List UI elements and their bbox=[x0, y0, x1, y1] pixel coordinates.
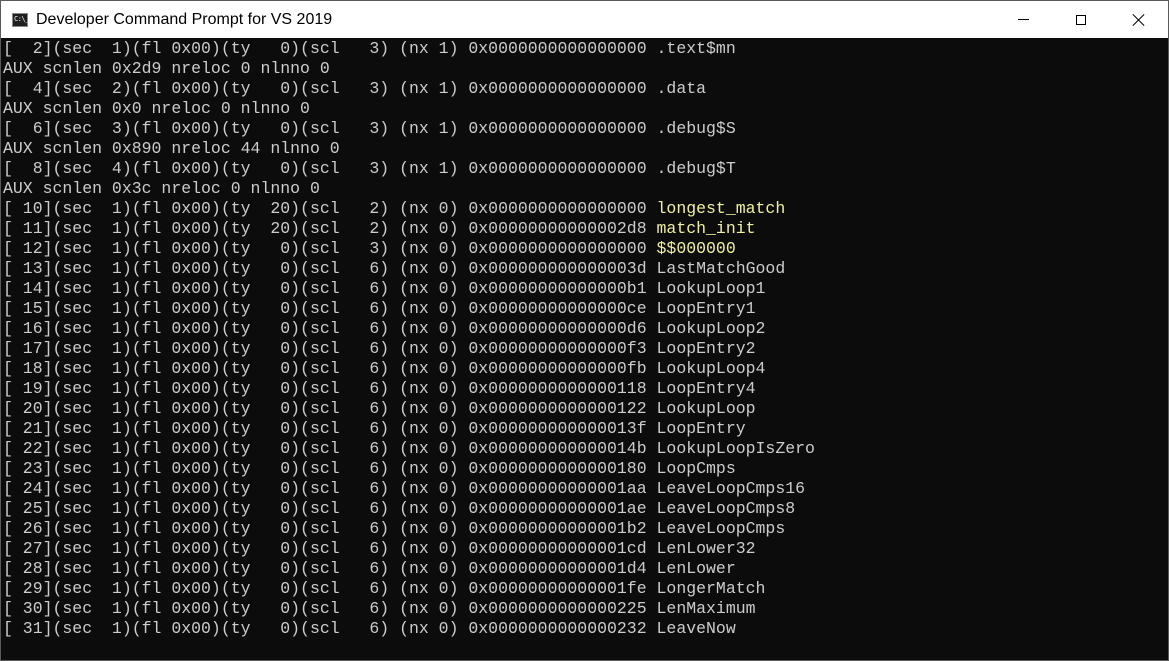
symbol-name: LookupLoop4 bbox=[656, 359, 766, 378]
symbol-name: LenLower32 bbox=[656, 539, 756, 558]
console-line: [ 12](sec 1)(fl 0x00)(ty 0)(scl 3) (nx 0… bbox=[3, 239, 1168, 259]
console-line: [ 19](sec 1)(fl 0x00)(ty 0)(scl 6) (nx 0… bbox=[3, 379, 1168, 399]
symbol-name: LenMaximum bbox=[656, 599, 756, 618]
minimize-button[interactable] bbox=[994, 1, 1052, 38]
close-icon bbox=[1133, 14, 1145, 26]
console-line-text: [ 11](sec 1)(fl 0x00)(ty 20)(scl 2) (nx … bbox=[3, 219, 657, 238]
console-line: [ 18](sec 1)(fl 0x00)(ty 0)(scl 6) (nx 0… bbox=[3, 359, 1168, 379]
console-line-text: [ 15](sec 1)(fl 0x00)(ty 0)(scl 6) (nx 0… bbox=[3, 299, 657, 318]
console-window: C:\_ Developer Command Prompt for VS 201… bbox=[0, 0, 1169, 661]
symbol-name: LookupLoop2 bbox=[656, 319, 766, 338]
console-line-text: [ 25](sec 1)(fl 0x00)(ty 0)(scl 6) (nx 0… bbox=[3, 499, 657, 518]
console-line-text: [ 14](sec 1)(fl 0x00)(ty 0)(scl 6) (nx 0… bbox=[3, 279, 657, 298]
symbol-name: LookupLoopIsZero bbox=[656, 439, 815, 458]
console-line: AUX scnlen 0x3c nreloc 0 nlnno 0 bbox=[3, 179, 1168, 199]
title-bar[interactable]: C:\_ Developer Command Prompt for VS 201… bbox=[1, 1, 1168, 38]
console-line-text: [ 24](sec 1)(fl 0x00)(ty 0)(scl 6) (nx 0… bbox=[3, 479, 657, 498]
console-line: [ 14](sec 1)(fl 0x00)(ty 0)(scl 6) (nx 0… bbox=[3, 279, 1168, 299]
symbol-name: LeaveLoopCmps8 bbox=[656, 499, 796, 518]
console-line-text: [ 31](sec 1)(fl 0x00)(ty 0)(scl 6) (nx 0… bbox=[3, 619, 657, 638]
symbol-name: LookupLoop1 bbox=[656, 279, 766, 298]
console-line-text: [ 27](sec 1)(fl 0x00)(ty 0)(scl 6) (nx 0… bbox=[3, 539, 657, 558]
console-line: AUX scnlen 0x890 nreloc 44 nlnno 0 bbox=[3, 139, 1168, 159]
console-line-text: AUX scnlen 0x0 nreloc 0 nlnno 0 bbox=[3, 99, 310, 118]
symbol-name: LoopEntry1 bbox=[656, 299, 756, 318]
window-title: Developer Command Prompt for VS 2019 bbox=[36, 10, 333, 28]
console-line: [ 26](sec 1)(fl 0x00)(ty 0)(scl 6) (nx 0… bbox=[3, 519, 1168, 539]
console-line-text: AUX scnlen 0x890 nreloc 44 nlnno 0 bbox=[3, 139, 340, 158]
console-line-text: [ 6](sec 3)(fl 0x00)(ty 0)(scl 3) (nx 1)… bbox=[3, 119, 657, 138]
console-line: [ 30](sec 1)(fl 0x00)(ty 0)(scl 6) (nx 0… bbox=[3, 599, 1168, 619]
console-line: [ 27](sec 1)(fl 0x00)(ty 0)(scl 6) (nx 0… bbox=[3, 539, 1168, 559]
console-line-text: AUX scnlen 0x3c nreloc 0 nlnno 0 bbox=[3, 179, 320, 198]
maximize-button[interactable] bbox=[1052, 1, 1110, 38]
console-line: [ 6](sec 3)(fl 0x00)(ty 0)(scl 3) (nx 1)… bbox=[3, 119, 1168, 139]
symbol-name: longest_match bbox=[656, 199, 786, 218]
console-line-text: [ 23](sec 1)(fl 0x00)(ty 0)(scl 6) (nx 0… bbox=[3, 459, 657, 478]
console-line: [ 20](sec 1)(fl 0x00)(ty 0)(scl 6) (nx 0… bbox=[3, 399, 1168, 419]
console-line-text: [ 8](sec 4)(fl 0x00)(ty 0)(scl 3) (nx 1)… bbox=[3, 159, 657, 178]
symbol-name: LoopEntry bbox=[656, 419, 746, 438]
symbol-name: LookupLoop bbox=[656, 399, 756, 418]
console-line: [ 16](sec 1)(fl 0x00)(ty 0)(scl 6) (nx 0… bbox=[3, 319, 1168, 339]
console-line: [ 11](sec 1)(fl 0x00)(ty 20)(scl 2) (nx … bbox=[3, 219, 1168, 239]
symbol-name: .debug$S bbox=[656, 119, 736, 138]
close-button[interactable] bbox=[1110, 1, 1168, 38]
symbol-name: .text$mn bbox=[656, 39, 736, 58]
console-line: [ 22](sec 1)(fl 0x00)(ty 0)(scl 6) (nx 0… bbox=[3, 439, 1168, 459]
console-line-text: [ 10](sec 1)(fl 0x00)(ty 20)(scl 2) (nx … bbox=[3, 199, 657, 218]
console-line: [ 21](sec 1)(fl 0x00)(ty 0)(scl 6) (nx 0… bbox=[3, 419, 1168, 439]
console-line-text: [ 30](sec 1)(fl 0x00)(ty 0)(scl 6) (nx 0… bbox=[3, 599, 657, 618]
console-line: [ 4](sec 2)(fl 0x00)(ty 0)(scl 3) (nx 1)… bbox=[3, 79, 1168, 99]
maximize-icon bbox=[1076, 14, 1086, 25]
console-line: [ 15](sec 1)(fl 0x00)(ty 0)(scl 6) (nx 0… bbox=[3, 299, 1168, 319]
console-line: [ 13](sec 1)(fl 0x00)(ty 0)(scl 6) (nx 0… bbox=[3, 259, 1168, 279]
console-line-text: [ 2](sec 1)(fl 0x00)(ty 0)(scl 3) (nx 1)… bbox=[3, 39, 657, 58]
symbol-name: LeaveNow bbox=[656, 619, 736, 638]
console-line-text: [ 18](sec 1)(fl 0x00)(ty 0)(scl 6) (nx 0… bbox=[3, 359, 657, 378]
console-line-text: [ 22](sec 1)(fl 0x00)(ty 0)(scl 6) (nx 0… bbox=[3, 439, 657, 458]
console-line-text: [ 13](sec 1)(fl 0x00)(ty 0)(scl 6) (nx 0… bbox=[3, 259, 657, 278]
console-line-text: [ 4](sec 2)(fl 0x00)(ty 0)(scl 3) (nx 1)… bbox=[3, 79, 657, 98]
console-line-text: [ 26](sec 1)(fl 0x00)(ty 0)(scl 6) (nx 0… bbox=[3, 519, 657, 538]
console-line: [ 28](sec 1)(fl 0x00)(ty 0)(scl 6) (nx 0… bbox=[3, 559, 1168, 579]
symbol-name: LoopCmps bbox=[656, 459, 736, 478]
symbol-name: LongerMatch bbox=[656, 579, 766, 598]
symbol-name: .data bbox=[656, 79, 707, 98]
symbol-name: LeaveLoopCmps bbox=[656, 519, 786, 538]
console-line-text: [ 20](sec 1)(fl 0x00)(ty 0)(scl 6) (nx 0… bbox=[3, 399, 657, 418]
symbol-name: LoopEntry4 bbox=[656, 379, 756, 398]
console-line: [ 31](sec 1)(fl 0x00)(ty 0)(scl 6) (nx 0… bbox=[3, 619, 1168, 639]
symbol-name: .debug$T bbox=[656, 159, 736, 178]
console-line-text: AUX scnlen 0x2d9 nreloc 0 nlnno 0 bbox=[3, 59, 330, 78]
console-line-text: [ 12](sec 1)(fl 0x00)(ty 0)(scl 3) (nx 0… bbox=[3, 239, 657, 258]
window-controls bbox=[994, 1, 1168, 38]
console-line-text: [ 28](sec 1)(fl 0x00)(ty 0)(scl 6) (nx 0… bbox=[3, 559, 657, 578]
console-line: [ 17](sec 1)(fl 0x00)(ty 0)(scl 6) (nx 0… bbox=[3, 339, 1168, 359]
console-line-text: [ 29](sec 1)(fl 0x00)(ty 0)(scl 6) (nx 0… bbox=[3, 579, 657, 598]
console-app-icon[interactable]: C:\_ bbox=[12, 12, 29, 27]
symbol-name: LastMatchGood bbox=[656, 259, 786, 278]
minimize-icon bbox=[1017, 19, 1029, 20]
console-line: [ 24](sec 1)(fl 0x00)(ty 0)(scl 6) (nx 0… bbox=[3, 479, 1168, 499]
symbol-name: LoopEntry2 bbox=[656, 339, 756, 358]
console-line-text: [ 19](sec 1)(fl 0x00)(ty 0)(scl 6) (nx 0… bbox=[3, 379, 657, 398]
console-line: [ 29](sec 1)(fl 0x00)(ty 0)(scl 6) (nx 0… bbox=[3, 579, 1168, 599]
console-line: [ 10](sec 1)(fl 0x00)(ty 20)(scl 2) (nx … bbox=[3, 199, 1168, 219]
symbol-name: $$000000 bbox=[656, 239, 736, 258]
console-line: AUX scnlen 0x2d9 nreloc 0 nlnno 0 bbox=[3, 59, 1168, 79]
console-output[interactable]: [ 2](sec 1)(fl 0x00)(ty 0)(scl 3) (nx 1)… bbox=[1, 39, 1168, 660]
console-line-text: [ 21](sec 1)(fl 0x00)(ty 0)(scl 6) (nx 0… bbox=[3, 419, 657, 438]
symbol-name: LeaveLoopCmps16 bbox=[656, 479, 806, 498]
console-line: [ 2](sec 1)(fl 0x00)(ty 0)(scl 3) (nx 1)… bbox=[3, 39, 1168, 59]
symbol-name: match_init bbox=[656, 219, 756, 238]
console-line: [ 25](sec 1)(fl 0x00)(ty 0)(scl 6) (nx 0… bbox=[3, 499, 1168, 519]
console-line: [ 23](sec 1)(fl 0x00)(ty 0)(scl 6) (nx 0… bbox=[3, 459, 1168, 479]
console-line-text: [ 17](sec 1)(fl 0x00)(ty 0)(scl 6) (nx 0… bbox=[3, 339, 657, 358]
console-line: [ 8](sec 4)(fl 0x00)(ty 0)(scl 3) (nx 1)… bbox=[3, 159, 1168, 179]
console-line-text: [ 16](sec 1)(fl 0x00)(ty 0)(scl 6) (nx 0… bbox=[3, 319, 657, 338]
console-line: AUX scnlen 0x0 nreloc 0 nlnno 0 bbox=[3, 99, 1168, 119]
symbol-name: LenLower bbox=[656, 559, 736, 578]
